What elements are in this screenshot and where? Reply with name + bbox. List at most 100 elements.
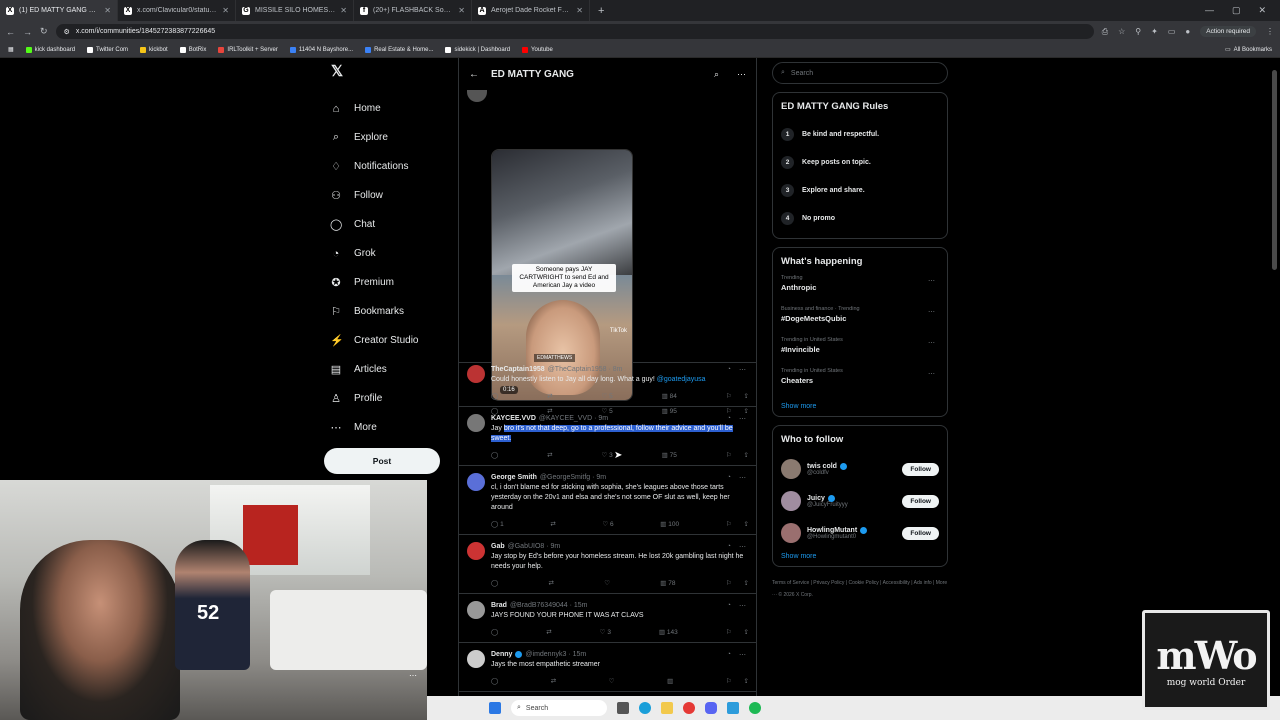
back-arrow-icon[interactable]: ← (6, 27, 15, 37)
close-icon[interactable]: ✕ (222, 6, 229, 15)
extension-icon[interactable]: ⚲ (1135, 27, 1141, 36)
nav-item-more[interactable]: ⋯ More (325, 413, 455, 442)
repost-button[interactable]: ⇄ (547, 392, 552, 400)
nav-item-explore[interactable]: ⌕ Explore (325, 123, 455, 152)
site-info-icon[interactable]: ⚙ (64, 28, 70, 36)
notepad-icon[interactable] (727, 702, 739, 714)
bookmark-icon[interactable]: ⚐ (726, 451, 732, 459)
nav-item-notifications[interactable]: ♢ Notifications (325, 152, 455, 181)
follow-button[interactable]: Follow (902, 526, 939, 540)
footer-links[interactable]: Terms of Service | Privacy Policy | Cook… (772, 577, 948, 601)
tweet[interactable]: TheCaptain1958 @TheCaptain1958 · 8m ◔ ⋯ Co… (459, 358, 756, 407)
avatar[interactable] (467, 90, 487, 102)
edge-icon[interactable] (639, 702, 651, 714)
windows-start-icon[interactable] (489, 702, 501, 714)
grok-icon[interactable]: ◔ (727, 651, 731, 659)
like-button[interactable]: ♡ (609, 677, 615, 685)
maximize-icon[interactable]: ▢ (1232, 5, 1241, 16)
forward-arrow-icon[interactable]: → (23, 27, 32, 37)
bookmark-icon[interactable]: ⚐ (726, 579, 732, 587)
trend-item[interactable]: Trending in United States Cheaters ⋯ (781, 368, 939, 399)
nav-item-home[interactable]: ⌂ Home (325, 94, 455, 123)
views-button[interactable]: ▥ (667, 677, 673, 685)
bookmark-icon[interactable]: ⚐ (726, 392, 732, 400)
reply-button[interactable]: ◯ (491, 392, 498, 400)
more-options-icon[interactable]: ⋯ (739, 415, 746, 423)
more-options-icon[interactable]: ⋯ (739, 602, 746, 610)
author-name[interactable]: Denny (491, 651, 512, 658)
bookmark-item[interactable]: sidekick | Dashboard (445, 46, 510, 53)
mention-link[interactable]: @goatedjayusa (657, 376, 706, 383)
grok-icon[interactable]: ◔ (727, 415, 731, 423)
all-bookmarks-button[interactable]: ▭ All Bookmarks (1225, 46, 1272, 54)
reload-icon[interactable]: ↻ (40, 26, 48, 37)
grok-icon[interactable]: ◔ (727, 543, 731, 551)
bookmark-icon[interactable]: ⚐ (726, 677, 732, 685)
file-explorer-icon[interactable] (661, 702, 673, 714)
avatar[interactable] (781, 459, 801, 479)
nav-item-grok[interactable]: ◔ Grok (325, 239, 455, 268)
more-options-icon[interactable]: ⋯ (928, 339, 935, 347)
follow-suggestion[interactable]: Juicy @JuicyFruityyy Follow (781, 485, 939, 517)
like-button[interactable]: ♡ 5 (601, 392, 612, 400)
tweet[interactable]: Denny @imdennyk3 · 15m ◔ ⋯ Jays the most e… (459, 643, 756, 692)
avatar[interactable] (781, 523, 801, 543)
bookmark-item[interactable]: Twitter Com (87, 46, 128, 53)
follow-suggestion[interactable]: HowlingMutant @Howlingmutant0 Follow (781, 517, 939, 549)
more-options-icon[interactable]: ⋯ (928, 370, 935, 378)
tweet[interactable]: Brad @BradB76349044 · 15m ◔ ⋯ JAYS FOUND Y… (459, 594, 756, 643)
trend-item[interactable]: Business and finance · Trending #DogeMeet… (781, 306, 939, 337)
share-icon[interactable]: ⇪ (744, 520, 749, 528)
share-icon[interactable]: ⇪ (744, 579, 749, 587)
close-icon[interactable]: ✕ (340, 6, 347, 15)
tweet[interactable]: KAYCEE.VVD @KAYCEE_VVD · 9m ◔ ⋯ Jay bro it… (459, 407, 756, 466)
avatar[interactable] (467, 601, 485, 619)
author-name[interactable]: KAYCEE.VVD (491, 415, 536, 422)
follow-button[interactable]: Follow (902, 494, 939, 508)
more-options-icon[interactable]: ⋯ (739, 543, 746, 551)
trend-item[interactable]: Trending in United States #Invincible ⋯ (781, 337, 939, 368)
author-name[interactable]: George Smith (491, 474, 537, 481)
avatar[interactable] (467, 542, 485, 560)
bookmark-icon[interactable]: ⚐ (726, 628, 732, 636)
bookmark-item[interactable]: IRLToolkit + Server (218, 46, 278, 53)
bookmark-icon[interactable]: ⚐ (726, 520, 732, 528)
page-scrollbar[interactable] (1272, 70, 1277, 270)
tweet[interactable]: Gab @GabUIO8 · 9m ◔ ⋯ Jay stop by Ed's bef… (459, 535, 756, 594)
trend-item[interactable]: Trending Anthropic ⋯ (781, 275, 939, 306)
sidepanel-icon[interactable]: ▭ (1168, 27, 1176, 36)
like-button[interactable]: ♡ 3 (600, 628, 611, 636)
author-name[interactable]: Gab (491, 543, 505, 550)
video-post[interactable]: Someone pays JAY CARTWRIGHT to send Ed a… (459, 58, 756, 415)
share-icon[interactable]: ⇪ (744, 392, 749, 400)
profile-icon[interactable]: ● (1185, 27, 1190, 36)
bookmark-item[interactable]: 11404 N Bayshore... (289, 46, 353, 53)
avatar[interactable] (467, 365, 485, 383)
avatar[interactable] (467, 414, 485, 432)
more-options-icon[interactable]: ⋯ (739, 474, 746, 482)
follow-suggestion[interactable]: twis cold @coldfv Follow (781, 453, 939, 485)
minimize-icon[interactable]: — (1205, 5, 1214, 16)
more-options-icon[interactable]: ⋯ (928, 277, 935, 285)
close-icon[interactable]: ✕ (576, 6, 583, 15)
like-button[interactable]: ♡ (604, 579, 610, 587)
apps-grid-icon[interactable]: ▦ (8, 46, 14, 53)
views-button[interactable]: ▥ 84 (662, 392, 677, 400)
grok-icon[interactable]: ◔ (727, 366, 731, 374)
browser-tab[interactable]: G MISSILE SILO HOMESTEAD - G ✕ (236, 0, 354, 21)
share-icon[interactable]: ⇪ (744, 628, 749, 636)
new-tab-button[interactable]: + (590, 5, 612, 17)
grok-icon[interactable]: ◔ (727, 474, 731, 482)
nav-item-creator-studio[interactable]: ⚡ Creator Studio (325, 326, 455, 355)
avatar[interactable] (467, 473, 485, 491)
show-more-link[interactable]: Show more (781, 553, 939, 560)
grok-icon[interactable]: ◔ (727, 602, 731, 610)
search-input[interactable]: ⌕ Search (772, 62, 948, 84)
puzzle-icon[interactable]: ✦ (1151, 27, 1158, 36)
menu-kebab-icon[interactable]: ⋮ (1266, 27, 1274, 36)
like-button[interactable]: ♡ 6 (602, 520, 613, 528)
views-button[interactable]: ▥ 100 (660, 520, 679, 528)
url-field[interactable]: ⚙ x.com/i/communities/184527238387722664… (55, 24, 1094, 39)
bookmark-item[interactable]: kick dashboard (25, 46, 75, 53)
views-button[interactable]: ▥ 78 (660, 579, 675, 587)
